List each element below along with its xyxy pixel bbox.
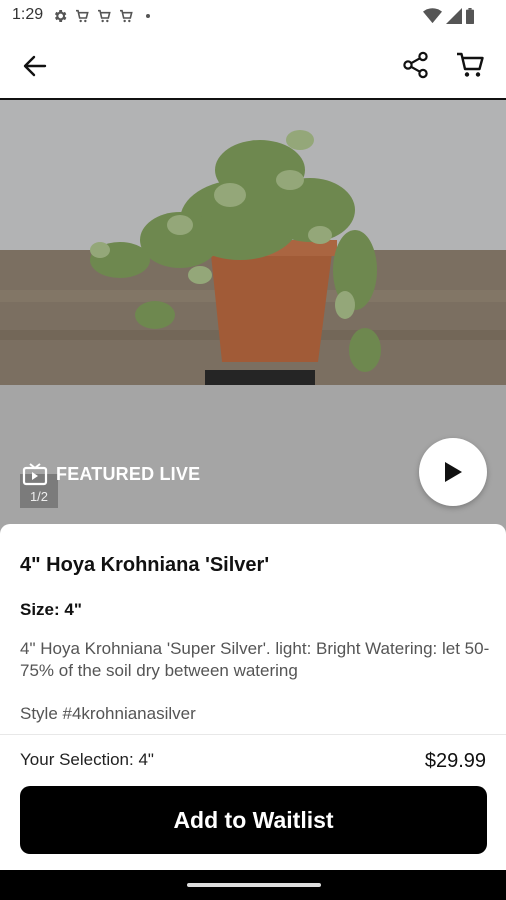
back-arrow-icon — [23, 55, 47, 77]
share-button[interactable] — [399, 48, 433, 82]
size-label: Size: 4" — [20, 600, 82, 619]
signal-icon — [446, 8, 462, 24]
cart-notification-icon — [76, 9, 89, 23]
battery-icon — [466, 8, 474, 24]
share-icon — [403, 51, 428, 79]
product-title: 4" Hoya Krohniana 'Silver' — [20, 554, 270, 576]
add-to-waitlist-button[interactable]: Add to Waitlist — [20, 786, 487, 854]
selection-summary: Your Selection: 4" — [20, 750, 154, 769]
cart-button[interactable] — [452, 48, 488, 82]
back-button[interactable] — [18, 50, 52, 82]
status-bar: 1:29 — [0, 0, 506, 32]
status-time: 1:29 — [12, 6, 44, 23]
style-number: Style #4krohnianasilver — [20, 704, 196, 723]
cart-notification-icon — [98, 9, 111, 23]
product-description: 4" Hoya Krohniana 'Super Silver'. light:… — [20, 639, 490, 680]
wifi-icon — [423, 8, 442, 24]
play-icon — [445, 462, 462, 482]
product-media-carousel[interactable]: 1/2 FEATURED LIVE — [0, 100, 506, 545]
tv-icon — [22, 463, 48, 486]
cart-icon — [457, 52, 484, 77]
status-notification-icons — [52, 8, 150, 24]
home-indicator[interactable] — [187, 883, 321, 887]
featured-live-label: FEATURED LIVE — [56, 463, 201, 484]
system-navigation-bar — [0, 870, 506, 900]
app-bar — [0, 32, 506, 100]
more-notifications-dot — [146, 14, 150, 18]
price: $29.99 — [424, 750, 486, 772]
product-photo — [0, 100, 506, 385]
gear-icon — [54, 10, 67, 22]
cart-notification-icon — [120, 9, 133, 23]
featured-live-badge: FEATURED LIVE — [22, 462, 200, 486]
status-system-icons — [423, 8, 474, 24]
product-details-sheet: 4" Hoya Krohniana 'Silver' Size: 4" 4" H… — [0, 524, 506, 870]
play-video-button[interactable] — [419, 438, 487, 506]
divider — [0, 734, 506, 735]
